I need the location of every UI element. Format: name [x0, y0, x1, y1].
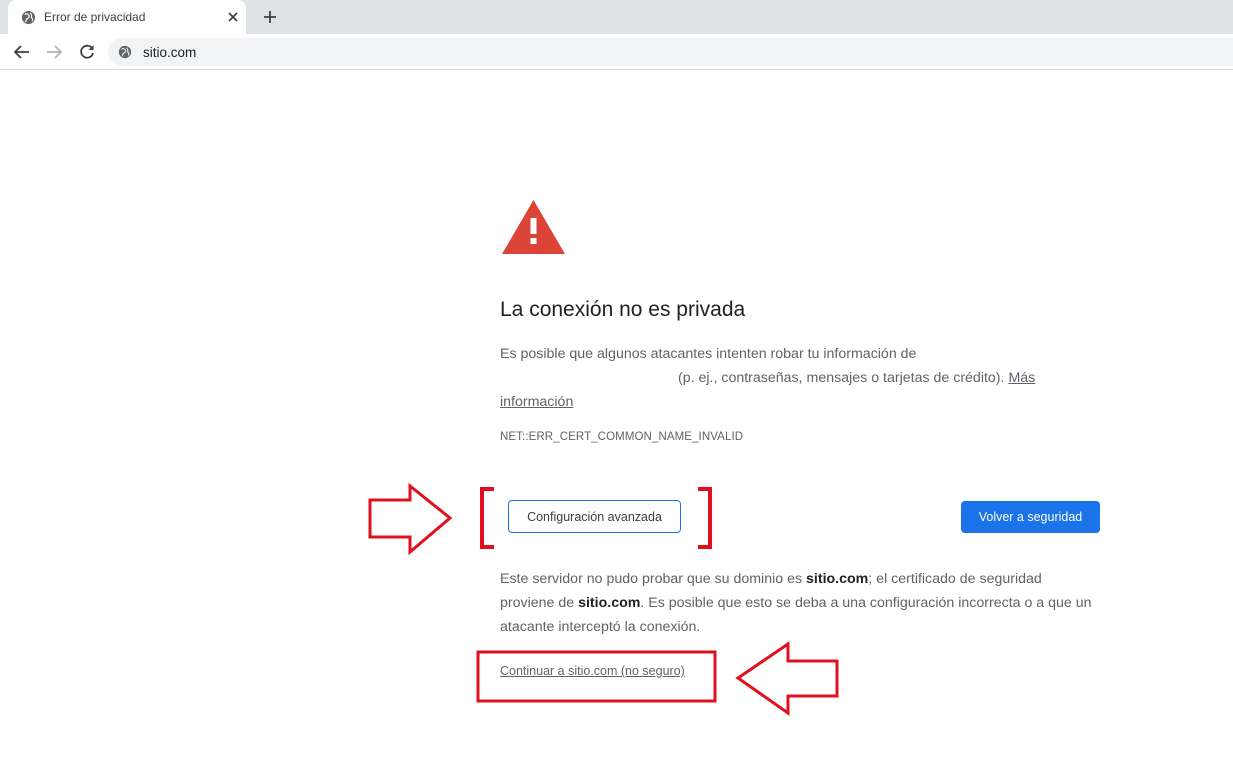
intro-line-2: (p. ej., contraseñas, mensajes o tarjeta… [678, 366, 1035, 390]
tab-title: Error de privacidad [44, 10, 146, 24]
details-text-1: Este servidor no pudo probar que su domi… [500, 571, 807, 587]
url-text[interactable]: sitio.com [143, 45, 196, 60]
close-icon[interactable] [225, 9, 241, 25]
error-code: NET::ERR_CERT_COMMON_NAME_INVALID [500, 431, 744, 443]
details-paragraph: Este servidor no pudo probar que su domi… [500, 567, 1100, 639]
warning-triangle-icon [502, 200, 565, 254]
plus-icon[interactable] [261, 8, 279, 26]
learn-more-link[interactable]: Más [1008, 370, 1035, 386]
browser-toolbar: sitio.com [0, 34, 1233, 70]
arrow-right-icon[interactable] [44, 42, 64, 62]
details-domain-2: sitio.com [578, 595, 641, 611]
proceed-unsafe-link[interactable]: Continuar a sitio.com (no seguro) [500, 664, 685, 678]
tab-strip: Error de privacidad [0, 0, 1233, 34]
page-title: La conexión no es privada [500, 298, 746, 321]
arrow-left-icon[interactable] [12, 42, 32, 62]
globe-icon [118, 45, 132, 59]
learn-more-link-continued[interactable]: información [500, 390, 573, 414]
omnibox[interactable]: sitio.com [108, 38, 1233, 66]
globe-icon [21, 10, 36, 25]
reload-icon[interactable] [77, 42, 97, 62]
back-to-safety-button[interactable]: Volver a seguridad [961, 501, 1100, 533]
annotation-bracket-right [698, 487, 712, 549]
tab-privacy-error[interactable]: Error de privacidad [8, 0, 246, 34]
intro-line-2-text: (p. ej., contraseñas, mensajes o tarjeta… [678, 370, 1005, 386]
annotation-arrow-left-icon [735, 641, 839, 716]
advanced-button[interactable]: Configuración avanzada [508, 500, 681, 533]
details-domain-1: sitio.com [806, 571, 869, 587]
annotation-arrow-right-icon [368, 482, 453, 556]
annotation-overlay [368, 482, 839, 716]
annotation-bracket-left [480, 487, 494, 549]
intro-line-1: Es posible que algunos atacantes intente… [500, 346, 917, 362]
